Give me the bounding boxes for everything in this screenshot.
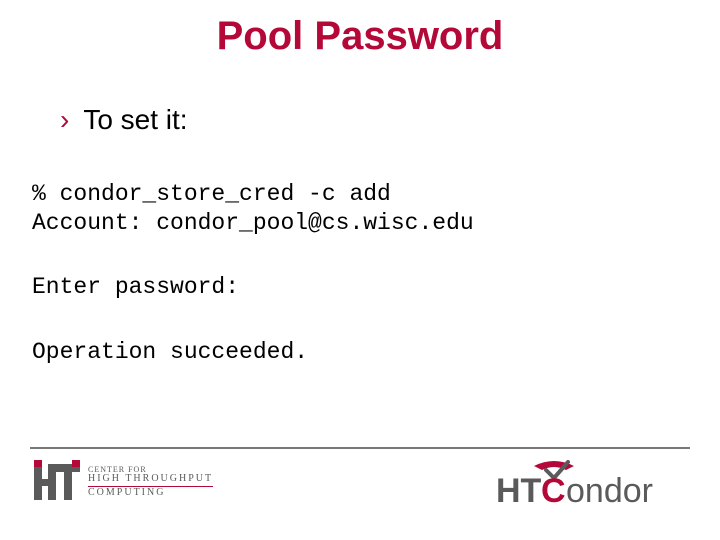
footer-divider: [30, 447, 690, 449]
code-block-result: Operation succeeded.: [32, 338, 308, 367]
bullet-text: To set it:: [83, 104, 187, 136]
ht-mark-icon: [34, 460, 80, 504]
chtc-line2: HIGH THROUGHPUT: [88, 474, 213, 487]
slide-title: Pool Password: [0, 14, 720, 59]
svg-text:C: C: [541, 472, 566, 510]
htcondor-logo: HT C ondor: [496, 458, 686, 514]
slide: Pool Password › To set it: % condor_stor…: [0, 0, 720, 540]
svg-text:HT: HT: [496, 472, 542, 510]
chtc-logo: CENTER FOR HIGH THROUGHPUT COMPUTING: [34, 460, 213, 504]
chtc-logo-text: CENTER FOR HIGH THROUGHPUT COMPUTING: [88, 466, 213, 498]
code-line: % condor_store_cred -c add: [32, 181, 391, 207]
code-block-command: % condor_store_cred -c add Account: cond…: [32, 180, 474, 238]
code-line: Account: condor_pool@cs.wisc.edu: [32, 210, 474, 236]
code-block-prompt: Enter password:: [32, 273, 239, 302]
bullet-item: › To set it:: [60, 104, 188, 136]
htcondor-logo-icon: HT C ondor: [496, 458, 686, 514]
chtc-line3: COMPUTING: [88, 488, 213, 499]
svg-text:ondor: ondor: [566, 472, 653, 510]
bullet-marker-icon: ›: [60, 106, 69, 134]
